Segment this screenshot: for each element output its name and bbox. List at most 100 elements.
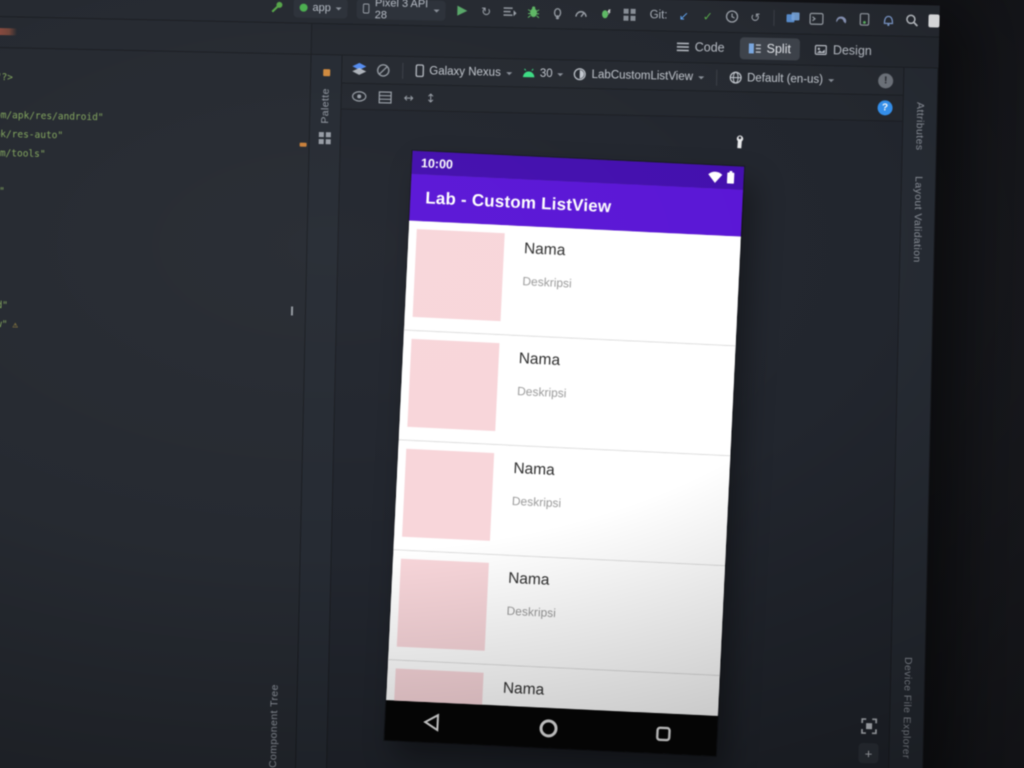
code-icon <box>676 42 689 52</box>
design-surface-icon[interactable] <box>376 63 390 77</box>
palette-grid-icon[interactable] <box>318 131 331 144</box>
item-title: Nama <box>513 459 556 479</box>
sidebar-item-component-tree[interactable]: Component Tree <box>267 684 281 768</box>
code-editor[interactable]: 8"?> com/apk/res/android" apk/res-auto" … <box>0 47 311 768</box>
split-icon <box>748 43 761 54</box>
photo-backdrop: app Pixel 3 API 28 ▶ ↻ Git: ↙ ✓ ↺ Code S… <box>0 0 1024 768</box>
design-canvas[interactable]: 10:00 Lab - Custom ListView Nama Deskrip… <box>326 109 903 768</box>
wrench-tool-icon[interactable] <box>269 0 284 16</box>
image-placeholder <box>407 338 500 432</box>
modified-marker <box>322 69 330 77</box>
git-update-button[interactable]: ↙ <box>676 6 691 24</box>
item-subtitle: Deskripsi <box>506 603 557 621</box>
image-placeholder <box>412 229 505 322</box>
api-level-dropdown[interactable]: 30 <box>522 67 564 80</box>
gradle-icon[interactable] <box>833 10 848 28</box>
git-history-icon[interactable] <box>724 7 739 25</box>
locale-label: Default (en-us) <box>746 71 824 86</box>
apply-changes-button[interactable]: ↻ <box>479 2 494 20</box>
git-rollback-button[interactable]: ↺ <box>748 8 763 26</box>
swap-height-icon[interactable]: ↕ <box>426 91 436 105</box>
tab-design[interactable]: Design <box>806 39 881 63</box>
layers-icon[interactable] <box>352 62 367 76</box>
app-bar-title: Lab - Custom ListView <box>424 187 612 216</box>
phone-preview[interactable]: 10:00 Lab - Custom ListView Nama Deskrip… <box>384 150 745 756</box>
item-subtitle: Deskripsi <box>511 493 562 511</box>
run-button[interactable]: ▶ <box>455 1 470 19</box>
chevron-down-icon <box>827 78 835 85</box>
sidebar-item-device-file-explorer[interactable]: Device File Explorer <box>900 657 914 759</box>
attach-debugger-icon[interactable] <box>550 4 565 22</box>
theme-icon <box>574 68 587 81</box>
back-icon[interactable] <box>423 713 441 732</box>
notifications-bell-icon[interactable] <box>881 11 896 29</box>
tab-split[interactable]: Split <box>739 37 801 61</box>
zoom-in-button[interactable]: + <box>858 742 879 764</box>
project-structure-icon[interactable] <box>785 9 800 27</box>
tab-code[interactable]: Code <box>667 36 733 59</box>
device-selector-label: Galaxy Nexus <box>429 64 501 79</box>
device-selector-dropdown[interactable]: Galaxy Nexus <box>415 64 512 79</box>
item-title: Nama <box>507 569 550 589</box>
battery-icon <box>726 170 735 184</box>
debug-icon[interactable] <box>526 3 541 21</box>
terminal-icon[interactable] <box>809 9 825 27</box>
design-panel: Galaxy Nexus 30 LabCustomListView Defaul… <box>326 55 904 768</box>
sidebar-item-palette[interactable]: Palette <box>319 88 332 124</box>
list-item[interactable]: Nama Deskripsi <box>403 220 741 347</box>
chevron-down-icon <box>335 6 342 13</box>
zoom-controls: + − <box>858 718 880 768</box>
issue-badge[interactable]: ! <box>878 73 894 89</box>
chevron-down-icon <box>557 72 564 79</box>
locale-dropdown[interactable]: Default (en-us) <box>729 71 835 86</box>
list-item[interactable]: Nama Deskripsi <box>388 550 726 677</box>
toolbar-divider <box>402 62 404 79</box>
tab-split-label: Split <box>766 41 792 57</box>
help-badge[interactable]: ? <box>877 100 893 116</box>
item-title: Nama <box>502 679 545 699</box>
device-dropdown[interactable]: Pixel 3 API 28 <box>356 0 447 21</box>
theme-label: LabCustomListView <box>591 68 694 83</box>
home-icon[interactable] <box>538 718 558 738</box>
editor-file-tab[interactable] <box>0 27 18 36</box>
editor-caret <box>290 306 293 316</box>
profiler-icon[interactable] <box>574 4 589 22</box>
wifi-icon <box>708 171 723 183</box>
chevron-down-icon <box>697 75 705 82</box>
view-options-eye-icon[interactable] <box>352 91 367 102</box>
swap-width-icon[interactable]: ↔ <box>404 90 414 104</box>
chevron-down-icon <box>433 9 440 16</box>
scrollbar-marker <box>299 142 307 147</box>
sidebar-item-attributes[interactable]: Attributes <box>913 102 926 151</box>
xml-code: 8"?> com/apk/res/android" apk/res-auto" … <box>0 48 311 341</box>
tab-design-label: Design <box>832 43 872 59</box>
list-item[interactable]: Nama Deskripsi <box>398 330 736 457</box>
zoom-to-fit-icon[interactable] <box>861 718 878 735</box>
item-title: Nama <box>518 350 561 370</box>
theme-dropdown[interactable]: LabCustomListView <box>573 68 705 84</box>
run-config-label: app <box>312 1 331 14</box>
main-content: 8"?> com/apk/res/android" apk/res-auto" … <box>0 47 939 768</box>
chevron-down-icon <box>505 71 512 78</box>
item-subtitle: Deskripsi <box>516 384 567 401</box>
listview[interactable]: Nama Deskripsi Nama Deskripsi Nama Deskr… <box>386 220 741 717</box>
sync-icon[interactable] <box>502 3 517 21</box>
globe-icon <box>729 71 742 84</box>
git-label: Git: <box>649 8 668 22</box>
git-commit-button[interactable]: ✓ <box>700 7 715 25</box>
layout-variants-icon[interactable] <box>378 90 392 104</box>
device-grid-icon[interactable] <box>622 5 637 23</box>
recents-icon[interactable] <box>656 726 672 742</box>
status-icons <box>707 170 735 184</box>
device-manager-icon[interactable] <box>857 10 872 28</box>
design-icon <box>814 44 827 56</box>
layout-square-icon[interactable] <box>928 14 940 28</box>
list-item[interactable]: Nama Deskripsi <box>393 440 731 567</box>
search-icon[interactable] <box>905 11 920 29</box>
toolbar-divider <box>715 69 718 86</box>
warning-icon: ⚠ <box>12 320 19 331</box>
sidebar-item-layout-validation[interactable]: Layout Validation <box>911 176 925 263</box>
apply-code-changes-icon[interactable] <box>598 5 613 23</box>
wrench-icon[interactable] <box>734 134 747 149</box>
run-config-dropdown[interactable]: app <box>293 0 349 19</box>
